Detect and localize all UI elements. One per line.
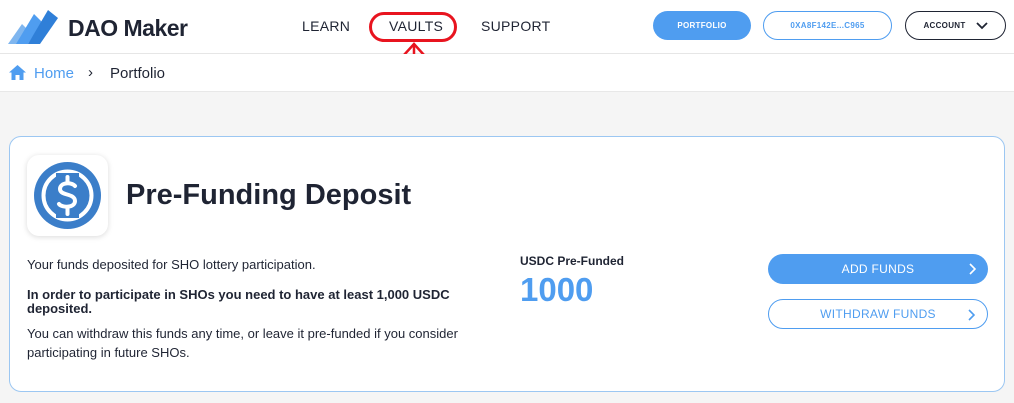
breadcrumb-home-link[interactable]: Home (34, 65, 74, 82)
add-funds-label: ADD FUNDS (841, 262, 915, 276)
usdc-coin-icon (34, 162, 101, 229)
chevron-right-icon (968, 309, 975, 321)
breadcrumb: Home › Portfolio (0, 54, 1014, 92)
account-dropdown-button[interactable]: ACCOUNT (905, 11, 1006, 40)
usdc-prefunded-value: 1000 (520, 271, 594, 308)
minimum-deposit-notice: In order to participate in SHOs you need… (27, 287, 450, 316)
card-title: Pre-Funding Deposit (126, 179, 412, 211)
add-funds-button[interactable]: ADD FUNDS (768, 254, 988, 284)
chevron-right-icon (969, 263, 976, 275)
coin-tile (27, 155, 108, 236)
breadcrumb-separator: › (88, 64, 93, 81)
withdraw-funds-label: WITHDRAW FUNDS (820, 307, 936, 321)
nav-support-link[interactable]: SUPPORT (481, 18, 551, 34)
home-icon[interactable] (9, 65, 26, 80)
nav-learn-link[interactable]: LEARN (302, 18, 350, 34)
brand-name[interactable]: DAO Maker (68, 15, 188, 42)
withdraw-funds-button[interactable]: WITHDRAW FUNDS (768, 299, 988, 329)
account-button-label: ACCOUNT (923, 21, 966, 30)
usdc-prefunded-label: USDC Pre-Funded (520, 254, 625, 268)
wallet-address-button[interactable]: 0XA8F142E...C965 (763, 11, 892, 40)
portfolio-button[interactable]: PORTFOLIO (653, 11, 751, 40)
top-navigation-bar: DAO Maker LEARN VAULTS SUPPORT PORTFOLIO… (0, 0, 1014, 54)
withdraw-description: You can withdraw this funds any time, or… (27, 326, 458, 360)
breadcrumb-current: Portfolio (110, 65, 166, 82)
funds-description: Your funds deposited for SHO lottery par… (27, 257, 316, 272)
vaults-highlight-annotation (369, 12, 457, 42)
pre-funding-deposit-card: Pre-Funding Deposit Your funds deposited… (9, 136, 1005, 392)
chevron-down-icon (975, 21, 988, 29)
dao-maker-logo-icon[interactable] (8, 6, 60, 46)
